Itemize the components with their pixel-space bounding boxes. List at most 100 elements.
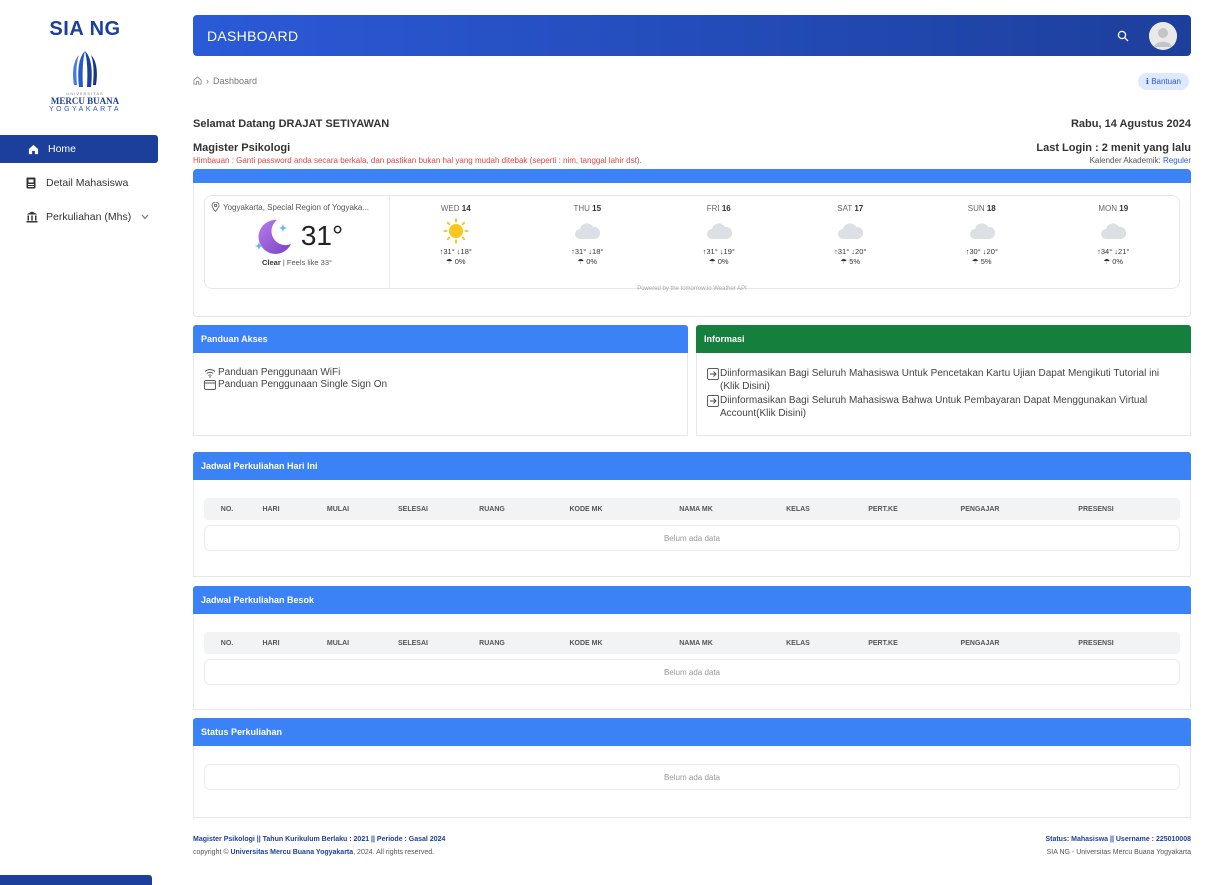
column-header: KODE MK (569, 505, 603, 513)
column-header: PRESENSI (1078, 639, 1114, 647)
moon-icon (254, 219, 291, 254)
cloud-icon (653, 217, 785, 245)
weather-section: Yogyakarta, Special Region of Yogyaka...… (193, 183, 1191, 317)
welcome-text: Selamat Datang DRAJAT SETIYAWAN (193, 118, 390, 130)
informasi-text: Diinformasikan Bagi Seluruh Mahasiswa Ba… (720, 395, 1148, 419)
forecast-high-low: ↑31° ↓19° (702, 247, 735, 256)
column-header: NAMA MK (679, 639, 713, 647)
university-logo-icon (65, 49, 105, 89)
kalender-link[interactable]: Reguler (1163, 156, 1191, 165)
location-text: Yogyakarta, Special Region of Yogyaka... (223, 202, 370, 212)
column-header: PERT.KE (868, 639, 898, 647)
forecast-rain: ☂ 5% (971, 257, 992, 266)
forecast-date: 18 (986, 204, 996, 213)
informasi-body: Diinformasikan Bagi Seluruh Mahasiswa Un… (696, 353, 1191, 436)
breadcrumb-separator: › (206, 76, 209, 86)
forecast-rain: ☂ 0% (577, 257, 598, 266)
weather-powered-by[interactable]: Powered by the tomorrow.io Weather API (194, 286, 1190, 292)
footer-program-info: Magister Psikologi || Tahun Kurikulum Be… (193, 836, 446, 843)
footer-left: Magister Psikologi || Tahun Kurikulum Be… (193, 836, 445, 856)
cloud-icon (916, 217, 1048, 245)
table-header: NO. HARI MULAI SELESAI RUANG KODE MK NAM… (204, 632, 1180, 654)
sidebar-item-perkuliahan[interactable]: Perkuliahan (Mhs) (0, 203, 158, 231)
forecast-dow: SAT (837, 204, 853, 213)
footer-status: Status: Mahasiswa || Username : 22501000… (1045, 836, 1191, 843)
panduan-title: Panduan Akses (193, 325, 688, 353)
column-header: KELAS (786, 639, 810, 647)
panduan-sso-link[interactable]: Panduan Penggunaan Single Sign On (204, 379, 677, 391)
uni-name: MERCU BUANA (50, 96, 120, 106)
section-title: Jadwal Perkuliahan Besok (193, 586, 1191, 614)
sidebar-item-home[interactable]: Home (0, 135, 158, 163)
home-icon (28, 144, 42, 155)
footer-app-name: SIA NG - Universitas Mercu Buana Yogyaka… (1046, 849, 1191, 856)
forecast-date: 16 (721, 204, 731, 213)
forecast-dow: WED (440, 204, 460, 213)
location-pin-icon (211, 202, 220, 212)
help-button[interactable]: ℹ︎ Bantuan (1137, 72, 1189, 90)
section-title: Jadwal Perkuliahan Hari Ini (193, 452, 1191, 480)
sidebar-item-detail-mahasiswa[interactable]: Detail Mahasiswa (0, 169, 158, 197)
panduan-panel: Panduan Akses Panduan Penggunaan WiFi Pa… (193, 325, 688, 436)
informasi-title: Informasi (696, 325, 1191, 353)
column-header: HARI (262, 639, 280, 647)
informasi-item[interactable]: Diinformasikan Bagi Seluruh Mahasiswa Ba… (707, 394, 1180, 420)
panduan-wifi-link[interactable]: Panduan Penggunaan WiFi (204, 367, 677, 379)
home-icon[interactable] (193, 75, 202, 87)
section-body: Belum ada data (193, 746, 1191, 818)
main-content: DASHBOARD › Dashboard ℹ︎ Bantuan Selamat… (193, 0, 1191, 856)
condition-text: Clear (262, 258, 281, 267)
brand: SIA NG UNIVERSITAS MERCU BUANA YOGYAKART… (0, 0, 170, 113)
informasi-item[interactable]: Diinformasikan Bagi Seluruh Mahasiswa Un… (707, 367, 1180, 393)
cloud-icon (522, 217, 654, 245)
search-icon (1117, 30, 1129, 41)
panduan-sso-label: Panduan Penggunaan Single Sign On (218, 379, 388, 390)
forecast-dow: THU (573, 204, 590, 213)
weather-widget: Yogyakarta, Special Region of Yogyaka...… (204, 195, 1180, 289)
forecast-high-low: ↑31° ↓18° (571, 247, 604, 256)
browser-status-bar (0, 875, 152, 885)
column-header: KODE MK (569, 639, 603, 647)
search-button[interactable] (1113, 26, 1133, 46)
column-header: NO. (220, 505, 234, 513)
cloud-icon (785, 217, 917, 245)
avatar[interactable] (1149, 21, 1177, 50)
status-perkuliahan-section: Status Perkuliahan Belum ada data (193, 718, 1191, 818)
column-header: HARI (262, 505, 280, 513)
empty-state: Belum ada data (204, 659, 1180, 685)
current-condition: Clear | Feels like 33° (211, 258, 383, 267)
window-icon (204, 380, 216, 390)
column-header: NAMA MK (679, 505, 713, 513)
forecast-date: 17 (854, 204, 864, 213)
program-name: Magister Psikologi (193, 142, 291, 154)
uni-city: YOGYAKARTA (48, 106, 122, 113)
topbar: DASHBOARD (193, 15, 1191, 56)
last-login: Last Login : 2 menit yang lalu (1036, 142, 1191, 154)
copyright-prefix: copyright © (193, 849, 229, 856)
academic-calendar: Kalender Akademik: Reguler (1090, 156, 1191, 165)
forecast-high-low: ↑31° ↓18° (439, 247, 472, 256)
current-weather: Yogyakarta, Special Region of Yogyaka...… (205, 196, 390, 288)
forecast-rain: ☂ 5% (840, 257, 861, 266)
table-header: NO. HARI MULAI SELESAI RUANG KODE MK NAM… (204, 498, 1180, 520)
column-header: PRESENSI (1078, 505, 1114, 513)
kalender-label: Kalender Akademik: (1089, 156, 1161, 165)
forecast-high-low: ↑30° ↓20° (965, 247, 998, 256)
university-link[interactable]: Universitas Mercu Buana Yogyakarta (230, 849, 353, 856)
sun-icon (390, 217, 522, 245)
page-title: DASHBOARD (207, 27, 299, 44)
forecast-day: THU 15 ↑31° ↓18° ☂ 0% (522, 196, 654, 288)
panduan-wifi-label: Panduan Penggunaan WiFi (218, 367, 341, 378)
footer: Magister Psikologi || Tahun Kurikulum Be… (193, 836, 1191, 856)
breadcrumb-row: › Dashboard ℹ︎ Bantuan (193, 61, 1191, 101)
footer-right: Status: Mahasiswa || Username : 22501000… (1045, 836, 1191, 856)
section-body: NO. HARI MULAI SELESAI RUANG KODE MK NAM… (193, 480, 1191, 577)
sidebar: SIA NG UNIVERSITAS MERCU BUANA YOGYAKART… (0, 0, 170, 885)
arrow-right-box-icon (707, 368, 719, 393)
column-header: PENGAJAR (960, 639, 1000, 647)
current-temp-row: 31° (211, 216, 383, 256)
breadcrumb-current: Dashboard (213, 76, 258, 86)
brand-title: SIA NG (49, 18, 121, 40)
forecast-days: WED 14 ↑31° ↓18° ☂ 0% THU 15 ↑31° ↓18° ☂… (390, 196, 1179, 288)
password-warning: Himbauan : Ganti password anda secara be… (193, 156, 642, 165)
